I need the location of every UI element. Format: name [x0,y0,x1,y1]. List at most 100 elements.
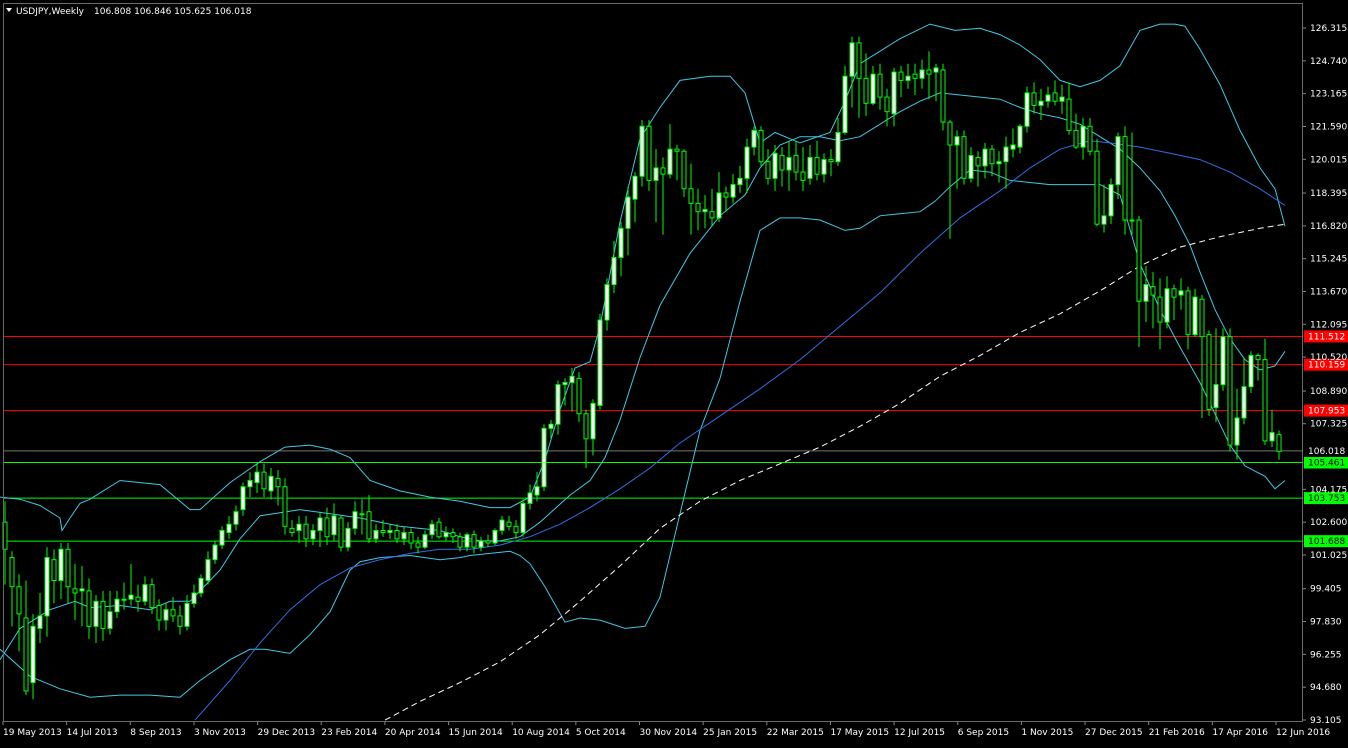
candle-body-down [261,471,267,490]
candle [639,119,645,187]
candle [800,147,806,191]
candle [212,540,218,564]
candle-body-up [597,319,603,406]
candle-body-up [247,479,253,488]
candle-body-down [779,154,785,171]
candle-body-up [625,196,631,229]
candle-body-down [1094,150,1100,225]
candle [1241,357,1247,425]
candle-body-down [1276,434,1282,452]
candle [737,165,743,193]
y-tick-label: 124.740 [1310,57,1347,67]
candle [569,367,575,412]
candle [51,549,57,604]
candle-body-up [604,284,610,321]
candle [842,65,848,135]
candle-body-down [471,534,477,548]
candle-body-down [100,600,106,629]
candle [751,126,757,156]
candle [905,63,911,89]
candle [1024,86,1030,133]
candle [730,174,736,204]
candle-body-down [926,69,932,75]
candle-body-up [737,177,743,186]
candle-body-down [660,167,666,175]
candle-body-down [1150,286,1156,296]
candle [296,515,302,543]
candle [1101,184,1107,233]
candle [72,563,78,621]
candle-body-up [352,511,358,529]
candle [807,145,813,185]
y-tick-label: 118.395 [1310,189,1347,199]
candle [583,409,589,468]
horizontal-levels: 111.512110.159107.953105.461103.753101.6… [4,330,1348,548]
candle-body-up [121,598,127,601]
candle [1087,117,1093,156]
triangle-down-icon[interactable] [6,8,12,12]
candle-body-up [849,42,855,77]
candle [912,63,918,95]
x-tick-label: 30 Nov 2014 [640,728,698,738]
candle-body-up [1234,417,1240,446]
candle-body-down [884,96,890,113]
x-tick-label: 5 Oct 2014 [576,728,626,738]
candle-body-up [1080,125,1086,148]
moving-average-blue-line [194,140,1286,721]
candle [58,542,64,600]
candle-body-up [716,192,722,219]
candle-body-down [9,557,15,588]
bollinger-lower-line [0,169,1286,698]
candle-body-up [1059,96,1065,102]
candle [926,51,932,100]
candle-body-down [576,377,582,415]
candle-body-up [807,157,813,179]
candle [576,372,582,423]
candle [989,145,995,177]
candle-body-up [667,148,673,175]
candle [331,503,337,541]
candle [93,595,99,644]
y-tick-label: 116.820 [1310,222,1347,232]
candle [457,532,463,552]
candle-body-up [114,598,120,613]
candle [282,478,288,535]
candle-body-up [653,167,659,181]
candle-body-up [44,557,50,617]
candle-body-down [2,521,8,550]
candle [975,151,981,187]
y-tick-label: 96.255 [1310,650,1342,660]
candle [849,36,855,108]
candle-body-down [1185,290,1191,336]
candle [723,186,729,212]
candle [779,147,785,187]
candle [1066,82,1072,135]
x-tick-label: 23 Feb 2014 [321,728,377,738]
candle [716,172,722,223]
candle [996,151,1002,183]
candle-body-down [800,171,806,181]
candle-body-down [170,609,176,617]
candle [870,65,876,106]
candle-body-up [835,131,841,163]
candle-body-down [23,617,29,692]
candle-body-down [275,477,281,488]
candle-body-up [478,540,484,548]
candle [30,613,36,700]
candle-body-up [233,511,239,525]
candle-body-up [527,492,533,504]
bollinger-upper-line [0,23,1286,532]
candle [674,145,680,181]
candle-body-up [891,71,897,115]
candle-body-down [485,540,491,544]
candle [1276,430,1282,460]
candle-body-down [1199,298,1205,338]
candle [289,520,295,537]
candle [1010,128,1016,158]
candle-body-up [1038,100,1044,106]
candle-body-up [240,486,246,511]
candle [156,599,162,631]
candle [352,501,358,535]
candle [1045,86,1051,108]
candle-body-up [555,384,561,425]
